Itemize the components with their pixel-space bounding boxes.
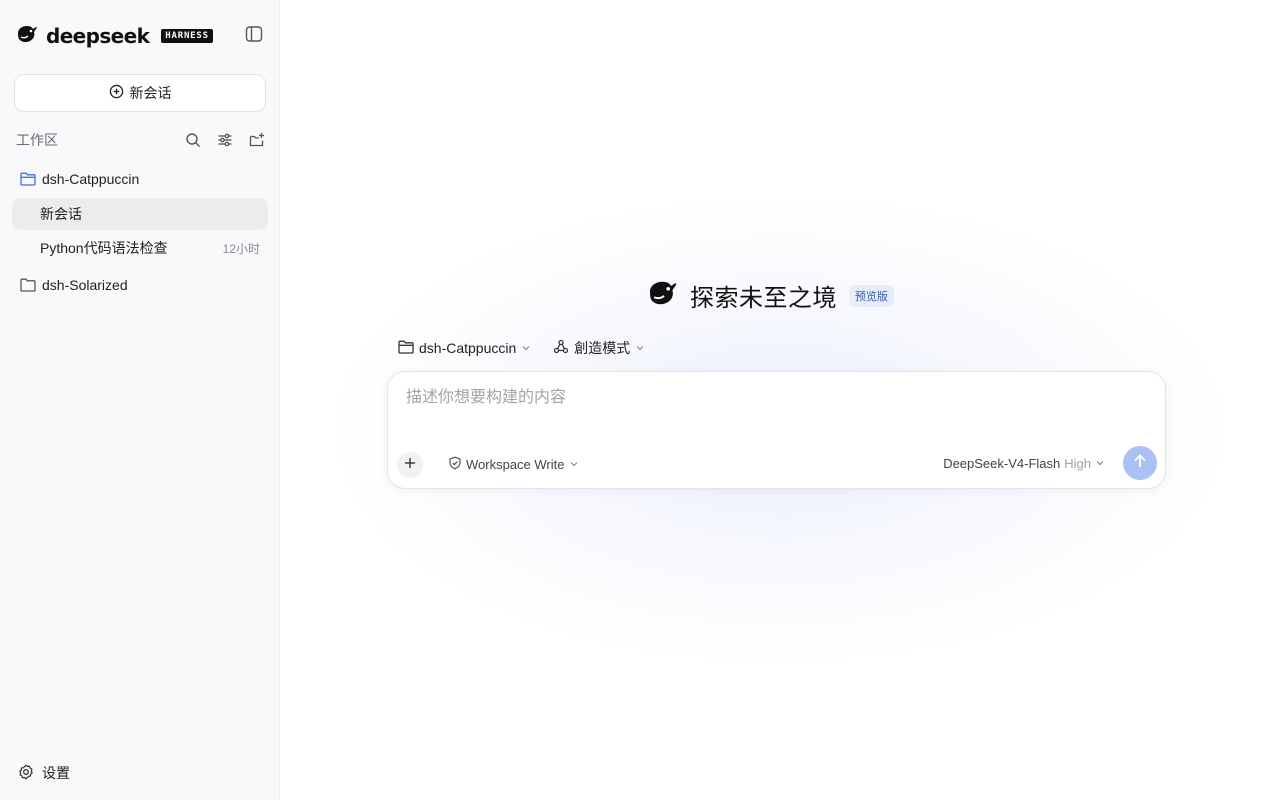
session-time: 12小时 xyxy=(222,241,260,256)
send-button[interactable] xyxy=(1123,446,1157,480)
sidebar-toggle-icon xyxy=(245,25,263,48)
folder-item[interactable]: dsh-Catppuccin xyxy=(12,163,268,195)
prompt-input[interactable] xyxy=(404,388,1144,408)
shield-icon xyxy=(448,456,462,473)
main-area: 探索未至之境 预览版 dsh-Catppuccin 創造模式 描述你想要构建的内… xyxy=(280,0,1280,800)
sidebar: deepseek HARNESS 新会话 工作区 dsh-Catppuccin … xyxy=(0,0,280,800)
new-chat-button[interactable]: 新会话 xyxy=(14,74,266,112)
app-root: deepseek HARNESS 新会话 工作区 dsh-Catppuccin … xyxy=(0,0,1280,800)
chevron-down-icon xyxy=(635,340,645,356)
workspace-header: 工作区 xyxy=(16,128,266,152)
session-label: 新会话 xyxy=(40,206,82,222)
whale-icon xyxy=(16,24,40,49)
settings-button[interactable]: 设置 xyxy=(18,762,70,784)
settings-label: 设置 xyxy=(42,765,70,781)
chevron-down-icon xyxy=(521,340,531,356)
hero-title: 探索未至之境 xyxy=(690,285,837,312)
brand-wordmark: deepseek xyxy=(46,24,150,48)
permission-label: Workspace Write xyxy=(466,457,565,472)
hero: 探索未至之境 预览版 xyxy=(646,278,894,313)
chevron-down-icon xyxy=(569,457,579,472)
project-name: dsh-Catppuccin xyxy=(419,340,517,356)
preview-badge: 预览版 xyxy=(849,284,894,307)
folder-item[interactable]: dsh-Solarized xyxy=(12,269,268,301)
search-icon[interactable] xyxy=(184,131,202,149)
permission-selector[interactable]: Workspace Write xyxy=(448,456,579,473)
brand-badge: HARNESS xyxy=(161,29,213,43)
whale-icon xyxy=(646,279,682,312)
mode-name: 創造模式 xyxy=(574,340,631,356)
context-bar: dsh-Catppuccin 創造模式 xyxy=(398,338,645,358)
model-name: DeepSeek-V4-Flash xyxy=(943,456,1061,471)
folder-name: dsh-Solarized xyxy=(42,277,128,293)
composer: Workspace Write DeepSeek-V4-Flash High xyxy=(387,371,1166,489)
new-folder-icon[interactable] xyxy=(248,131,266,149)
brand[interactable]: deepseek HARNESS xyxy=(16,24,213,48)
folder-icon xyxy=(398,340,414,357)
session-item[interactable]: Python代码语法检查 12小时 xyxy=(12,232,268,264)
folder-icon xyxy=(20,277,36,293)
model-effort: High xyxy=(1064,456,1091,471)
filter-icon[interactable] xyxy=(216,131,234,149)
session-item[interactable]: 新会话 xyxy=(12,198,268,230)
mode-selector[interactable]: 創造模式 xyxy=(553,338,645,358)
add-attachment-button[interactable] xyxy=(397,452,423,478)
folder-open-icon xyxy=(20,171,36,187)
chevron-down-icon xyxy=(1095,456,1105,471)
folder-name: dsh-Catppuccin xyxy=(42,171,140,187)
sidebar-toggle-button[interactable] xyxy=(244,25,264,48)
arrow-up-icon xyxy=(1132,453,1148,474)
session-label: Python代码语法检查 xyxy=(40,240,168,256)
project-selector[interactable]: dsh-Catppuccin xyxy=(398,340,531,357)
plus-icon xyxy=(404,456,416,474)
workspace-tools xyxy=(184,131,266,149)
workspace-title: 工作区 xyxy=(16,132,58,148)
model-selector[interactable]: DeepSeek-V4-Flash High xyxy=(943,456,1105,471)
mode-icon xyxy=(553,339,569,358)
gear-icon xyxy=(18,764,34,783)
plus-circle-icon xyxy=(109,84,124,102)
new-chat-label: 新会话 xyxy=(129,85,172,101)
